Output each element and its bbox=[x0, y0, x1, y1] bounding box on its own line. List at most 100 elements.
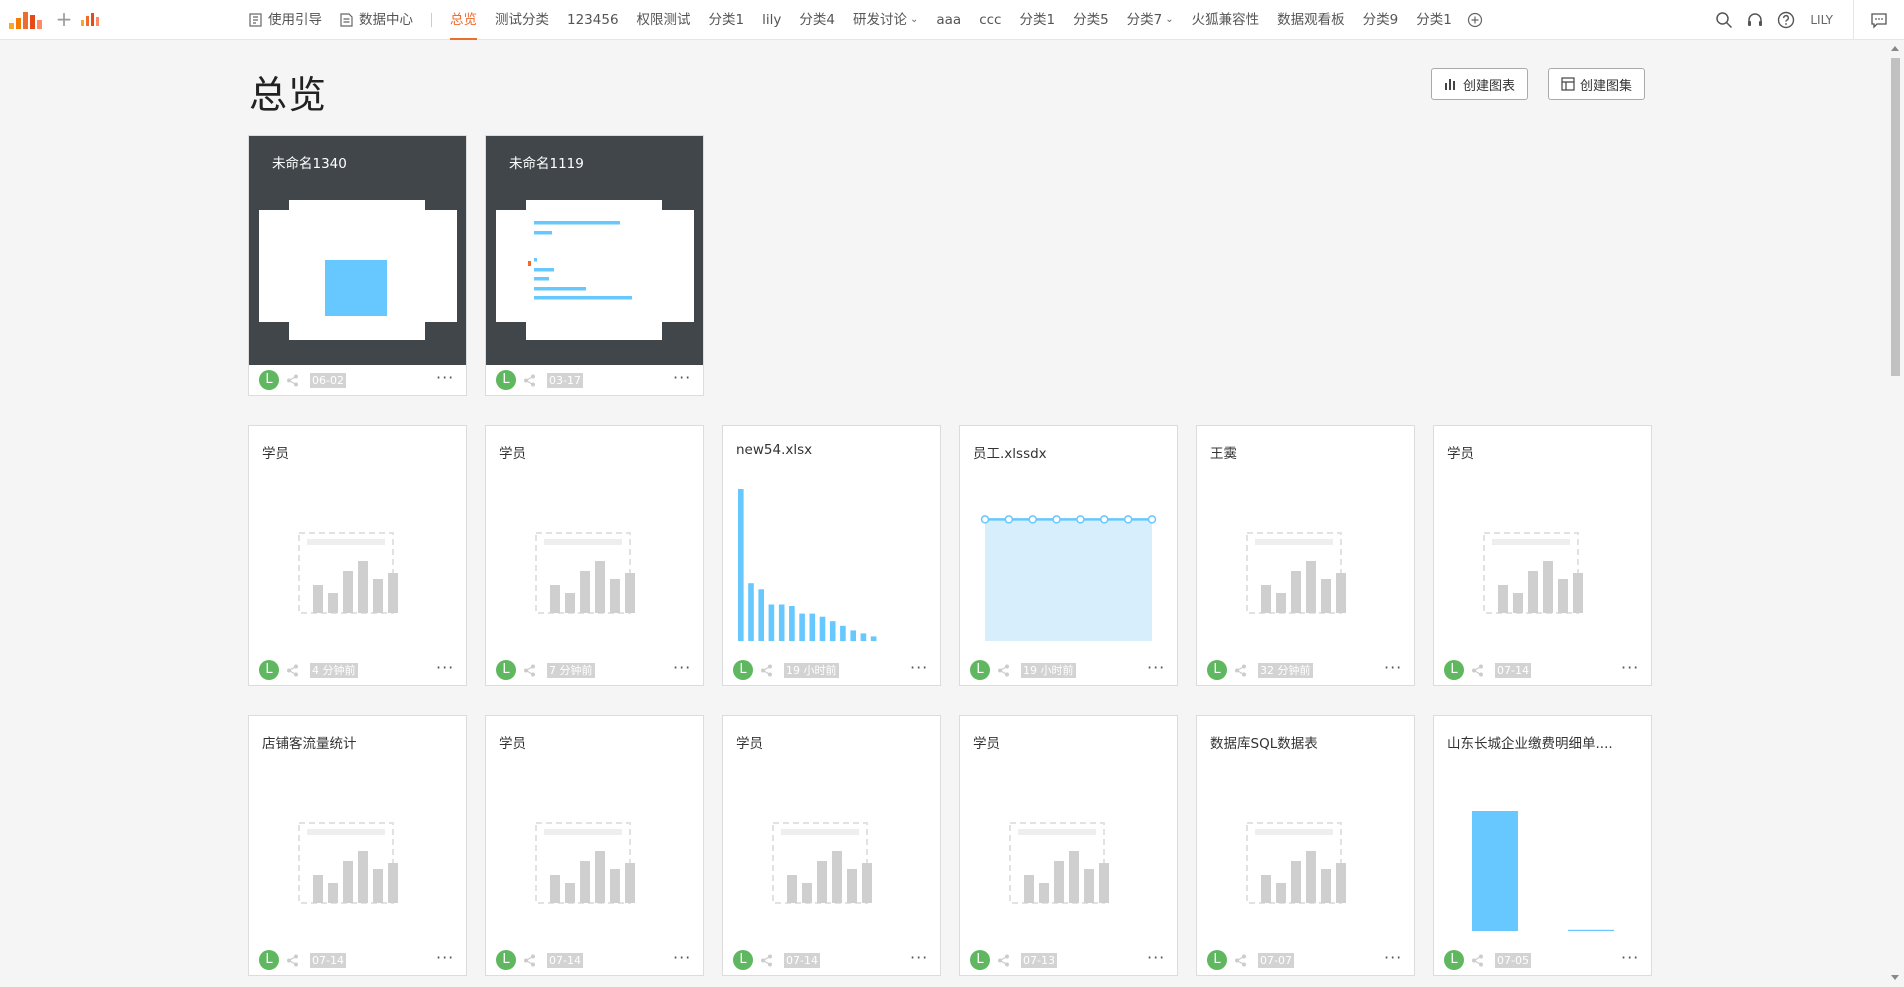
chart-card[interactable]: 数据库SQL数据表 L 07-07 ··· bbox=[1196, 715, 1415, 976]
share-icon[interactable] bbox=[286, 664, 299, 677]
chart-card[interactable]: 学员 L 4 分钟前 ··· bbox=[248, 425, 467, 686]
avatar[interactable]: L bbox=[970, 660, 990, 680]
chart-card[interactable]: new54.xlsx L 19 小时前 ··· bbox=[722, 425, 941, 686]
avatar[interactable]: L bbox=[1207, 660, 1227, 680]
share-icon[interactable] bbox=[760, 664, 773, 677]
chart-card[interactable]: 王霙 L 32 分钟前 ··· bbox=[1196, 425, 1415, 686]
nav-data-center[interactable]: 数据中心 bbox=[331, 0, 422, 40]
chart-card[interactable]: 学员 L 07-14 ··· bbox=[485, 715, 704, 976]
add-category-icon[interactable] bbox=[1467, 12, 1483, 28]
scroll-down-arrow[interactable] bbox=[1891, 975, 1899, 980]
more-options-icon[interactable]: ··· bbox=[673, 950, 693, 967]
more-options-icon[interactable]: ··· bbox=[910, 950, 930, 967]
share-icon[interactable] bbox=[523, 664, 536, 677]
share-icon[interactable] bbox=[523, 374, 536, 387]
placeholder-title-line bbox=[781, 829, 859, 835]
headset-icon[interactable] bbox=[1746, 11, 1764, 29]
card-date: 07-14 bbox=[547, 953, 583, 968]
nav-category[interactable]: 权限测试 bbox=[628, 0, 700, 40]
user-name[interactable]: LILY bbox=[1810, 13, 1833, 27]
nav-category-dropdown[interactable]: 研发讨论 ⌄ bbox=[844, 0, 927, 40]
more-options-icon[interactable]: ··· bbox=[1621, 950, 1641, 967]
share-icon[interactable] bbox=[997, 954, 1010, 967]
nav-category-dropdown[interactable]: 分类7 ⌄ bbox=[1118, 0, 1183, 40]
more-options-icon[interactable]: ··· bbox=[1384, 660, 1404, 677]
avatar[interactable]: L bbox=[496, 660, 516, 680]
app-logo[interactable] bbox=[8, 9, 48, 29]
chart-card[interactable]: 学员 L 07-14 ··· bbox=[722, 715, 941, 976]
nav-category[interactable]: 火狐兼容性 bbox=[1183, 0, 1269, 40]
avatar[interactable]: L bbox=[259, 950, 279, 970]
share-icon[interactable] bbox=[760, 954, 773, 967]
chart-card[interactable]: 店铺客流量统计 L 07-14 ··· bbox=[248, 715, 467, 976]
share-icon[interactable] bbox=[1234, 664, 1247, 677]
dashboard-card[interactable]: 未命名1340 L 06-02 ··· bbox=[248, 135, 467, 396]
more-options-icon[interactable]: ··· bbox=[436, 950, 456, 967]
share-icon[interactable] bbox=[286, 954, 299, 967]
chart-card[interactable]: 员工.xlssdx L 19 小时前 ··· bbox=[959, 425, 1178, 686]
more-options-icon[interactable]: ··· bbox=[1147, 950, 1167, 967]
share-icon[interactable] bbox=[1234, 954, 1247, 967]
avatar[interactable]: L bbox=[496, 950, 516, 970]
nav-category[interactable]: 分类4 bbox=[790, 0, 844, 40]
nav-category[interactable]: 分类9 bbox=[1354, 0, 1408, 40]
chart-bar bbox=[829, 621, 836, 641]
create-atlas-button[interactable]: 创建图集 bbox=[1548, 68, 1646, 100]
message-icon[interactable] bbox=[1870, 11, 1888, 29]
more-options-icon[interactable]: ··· bbox=[1384, 950, 1404, 967]
nav-category[interactable]: 数据观看板 bbox=[1268, 0, 1354, 40]
nav-category[interactable]: ccc bbox=[970, 0, 1010, 40]
card-date: 07-13 bbox=[1021, 953, 1057, 968]
avatar[interactable]: L bbox=[1444, 950, 1464, 970]
share-icon[interactable] bbox=[1471, 664, 1484, 677]
nav-category[interactable]: 分类1 bbox=[700, 0, 754, 40]
share-icon[interactable] bbox=[286, 374, 299, 387]
help-icon[interactable] bbox=[1777, 11, 1795, 29]
share-icon[interactable] bbox=[1471, 954, 1484, 967]
chart-card[interactable]: 学员 L 7 分钟前 ··· bbox=[485, 425, 704, 686]
placeholder-bar bbox=[832, 851, 842, 903]
placeholder-bar bbox=[1498, 585, 1508, 613]
chart-preview bbox=[1009, 822, 1109, 904]
more-options-icon[interactable]: ··· bbox=[673, 660, 693, 677]
chart-card[interactable]: 学员 L 07-13 ··· bbox=[959, 715, 1178, 976]
nav-category[interactable]: 测试分类 bbox=[486, 0, 558, 40]
chart-card[interactable]: 学员 L 07-14 ··· bbox=[1433, 425, 1652, 686]
nav-item-label: 123456 bbox=[567, 12, 619, 28]
more-options-icon[interactable]: ··· bbox=[673, 370, 693, 387]
atlas-icon bbox=[1561, 77, 1575, 91]
nav-category[interactable]: lily bbox=[753, 0, 790, 40]
more-options-icon[interactable]: ··· bbox=[436, 660, 456, 677]
nav-category[interactable]: 分类1 bbox=[1407, 0, 1461, 40]
avatar[interactable]: L bbox=[1207, 950, 1227, 970]
avatar[interactable]: L bbox=[259, 660, 279, 680]
nav-category[interactable]: 分类1 bbox=[1010, 0, 1064, 40]
create-chart-button[interactable]: 创建图表 bbox=[1431, 68, 1529, 100]
more-options-icon[interactable]: ··· bbox=[1621, 660, 1641, 677]
avatar[interactable]: L bbox=[496, 370, 516, 390]
scrollbar-thumb[interactable] bbox=[1891, 58, 1900, 376]
nav-guide[interactable]: 使用引导 bbox=[240, 0, 331, 40]
scroll-up-arrow[interactable] bbox=[1891, 46, 1899, 51]
add-icon[interactable]: + bbox=[54, 8, 74, 32]
avatar[interactable]: L bbox=[1444, 660, 1464, 680]
more-options-icon[interactable]: ··· bbox=[1147, 660, 1167, 677]
nav-category[interactable]: 123456 bbox=[558, 0, 628, 40]
share-icon[interactable] bbox=[997, 664, 1010, 677]
avatar[interactable]: L bbox=[733, 950, 753, 970]
more-options-icon[interactable]: ··· bbox=[436, 370, 456, 387]
dashboard-card[interactable]: 未命名1119 L 03-17 ··· bbox=[485, 135, 704, 396]
chart-card[interactable]: 山东长城企业缴费明细单.... L 07-05 ··· bbox=[1433, 715, 1652, 976]
avatar[interactable]: L bbox=[259, 370, 279, 390]
more-options-icon[interactable]: ··· bbox=[910, 660, 930, 677]
share-icon[interactable] bbox=[523, 954, 536, 967]
chart-preview bbox=[1472, 811, 1614, 931]
avatar[interactable]: L bbox=[970, 950, 990, 970]
search-icon[interactable] bbox=[1715, 11, 1733, 29]
mini-bar-chart-icon[interactable] bbox=[80, 12, 102, 26]
placeholder-bar bbox=[1336, 573, 1346, 613]
nav-category[interactable]: 分类5 bbox=[1064, 0, 1118, 40]
nav-category[interactable]: aaa bbox=[927, 0, 970, 40]
nav-overview[interactable]: 总览 bbox=[441, 0, 486, 40]
avatar[interactable]: L bbox=[733, 660, 753, 680]
